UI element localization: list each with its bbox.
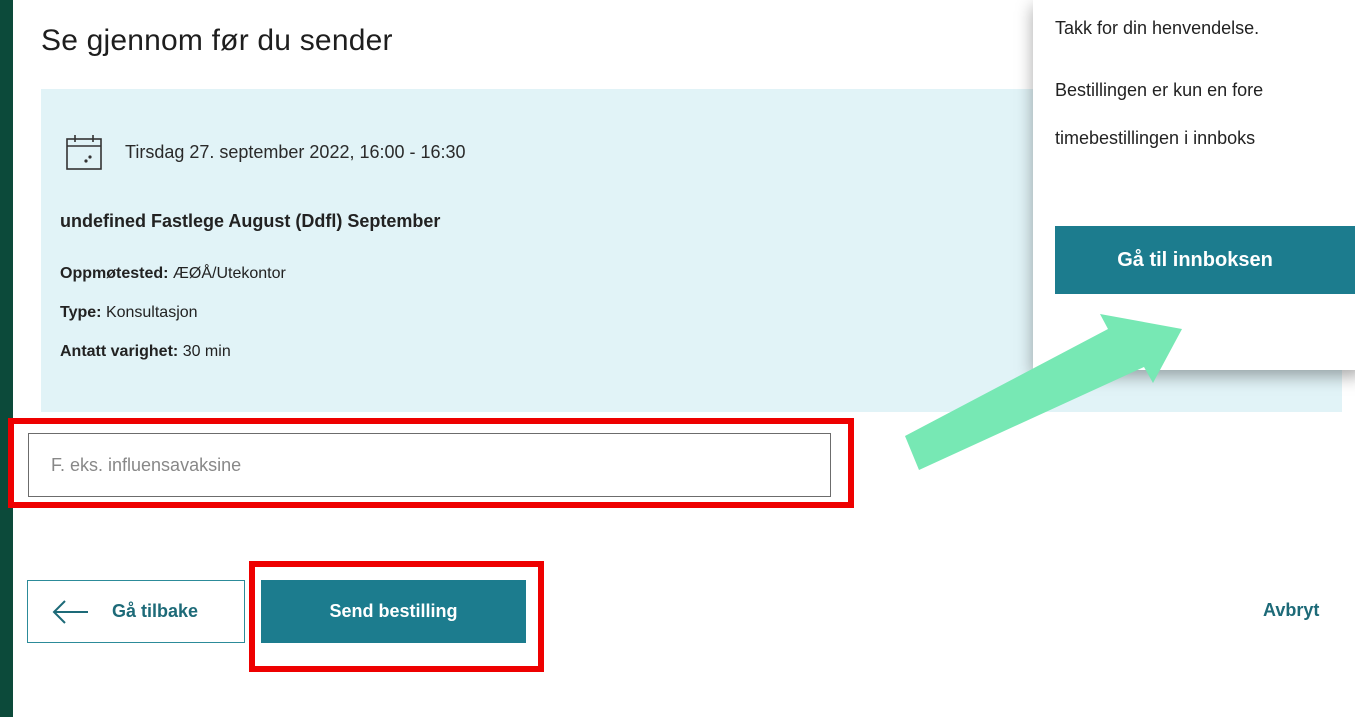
detail-value: 30 min [182, 343, 231, 360]
detail-label: Type: [60, 304, 102, 321]
detail-type: Type: Konsultasjon [60, 304, 198, 322]
detail-duration: Antatt varighet: 30 min [60, 343, 231, 361]
detail-location: Oppmøtested: ÆØÅ/Utekontor [60, 265, 286, 283]
detail-value: Konsultasjon [105, 304, 198, 321]
detail-value: ÆØÅ/Utekontor [172, 265, 286, 282]
send-booking-button[interactable]: Send bestilling [261, 580, 526, 643]
page-title: Se gjennom før du sender [41, 24, 393, 57]
popup-info-text-2: timebestillingen i innboks [1055, 128, 1256, 148]
go-to-inbox-button[interactable]: Gå til innboksen [1055, 226, 1355, 294]
appointment-date-row: Tirsdag 27. september 2022, 16:00 - 16:3… [65, 133, 466, 171]
reason-input[interactable] [28, 433, 831, 497]
popup-info-text: Bestillingen er kun en fore [1055, 80, 1264, 100]
popup-thanks-text: Takk for din henvendelse. [1055, 18, 1260, 38]
detail-label: Antatt varighet: [60, 343, 179, 360]
back-button-label: Gå tilbake [112, 601, 199, 621]
back-button[interactable]: Gå tilbake [27, 580, 245, 643]
calendar-icon [66, 135, 102, 170]
cancel-link[interactable]: Avbryt [1263, 600, 1319, 621]
appointment-date: Tirsdag 27. september 2022, 16:00 - 16:3… [125, 141, 466, 162]
detail-label: Oppmøtested: [60, 265, 169, 282]
doctor-name: undefined Fastlege August (Ddfl) Septemb… [60, 211, 441, 231]
arrow-left-icon [52, 599, 88, 624]
confirmation-popup: Takk for din henvendelse. Bestillingen e… [1033, 0, 1355, 370]
